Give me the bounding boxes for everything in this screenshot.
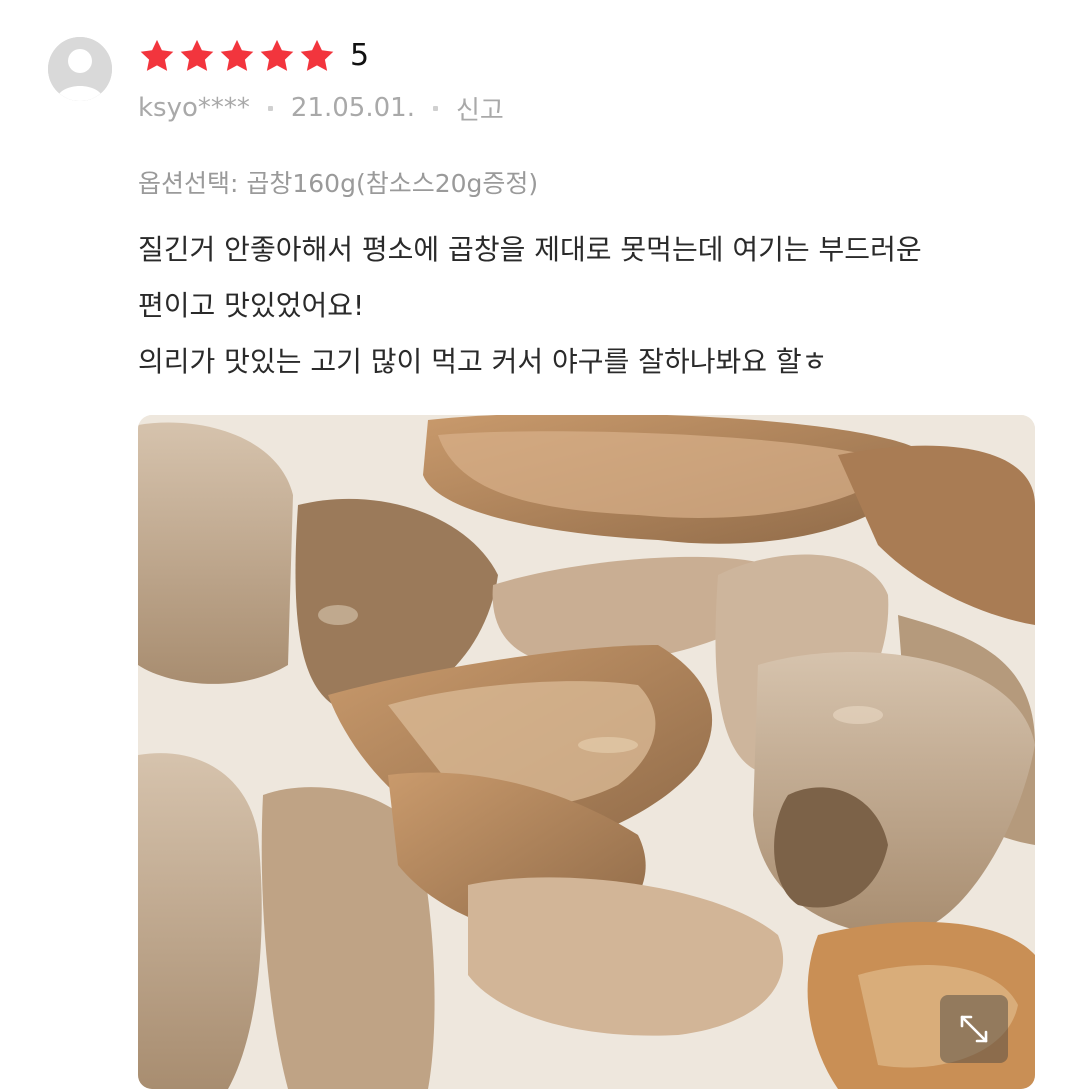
star-icon bbox=[300, 39, 334, 71]
star-icon bbox=[260, 39, 294, 71]
review-item: 5 ksyo**** 21.05.01. 신고 옵션선택: 곱창160g(참소스… bbox=[0, 0, 1080, 1089]
rating-row: 5 bbox=[138, 34, 369, 78]
review-photo[interactable] bbox=[138, 415, 1035, 1089]
report-link[interactable]: 신고 bbox=[456, 90, 504, 127]
review-meta: ksyo**** 21.05.01. 신고 bbox=[138, 88, 504, 128]
star-icon bbox=[140, 39, 174, 71]
reviewer-username: ksyo**** bbox=[138, 93, 250, 123]
meta-separator bbox=[267, 105, 273, 111]
star-icon bbox=[180, 39, 214, 71]
review-body-line: 의리가 맛있는 고기 많이 먹고 커서 야구를 잘하나봐요 할ㅎ bbox=[138, 345, 828, 378]
expand-arrows-icon bbox=[960, 1015, 988, 1043]
review-date: 21.05.01. bbox=[290, 93, 415, 123]
star-rating bbox=[138, 37, 336, 75]
rating-score: 5 bbox=[350, 38, 370, 73]
star-icon bbox=[220, 39, 254, 71]
meta-separator bbox=[432, 105, 438, 111]
user-avatar-icon[interactable] bbox=[48, 37, 112, 101]
review-body: 질긴거 안좋아해서 평소에 곱창을 제대로 못먹는데 여기는 부드러운 편이고 … bbox=[138, 222, 1038, 390]
purchased-option: 옵션선택: 곱창160g(참소스20g증정) bbox=[138, 169, 539, 198]
review-body-line: 편이고 맛있었어요! bbox=[138, 289, 365, 322]
expand-photo-button[interactable] bbox=[940, 995, 1008, 1063]
review-body-line: 질긴거 안좋아해서 평소에 곱창을 제대로 못먹는데 여기는 부드러운 bbox=[138, 233, 922, 266]
